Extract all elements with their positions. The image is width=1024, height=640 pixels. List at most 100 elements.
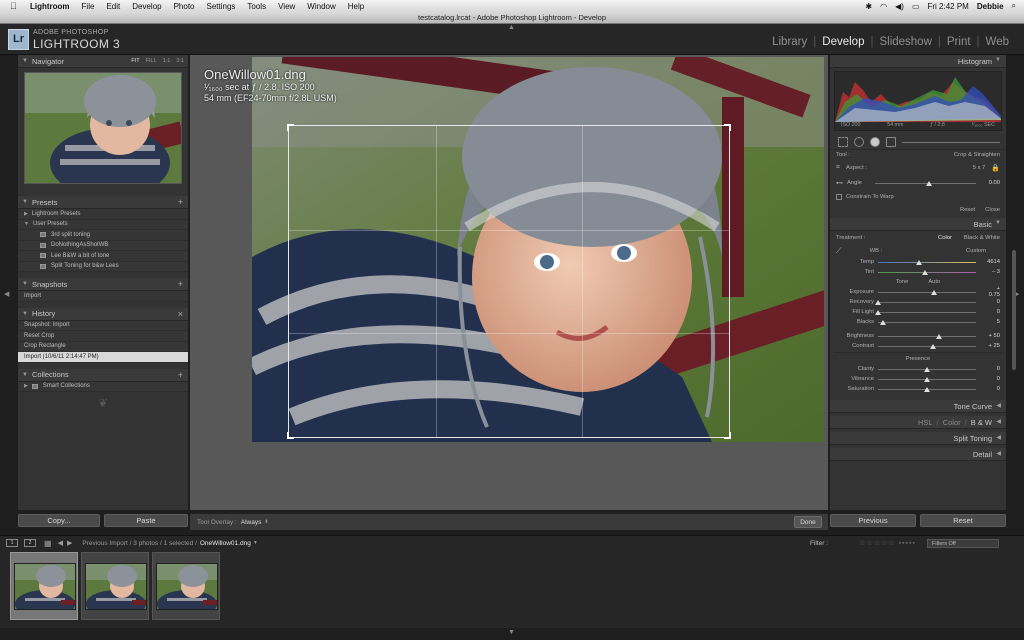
- wb-select[interactable]: Custom: [966, 248, 986, 254]
- source-filename[interactable]: OneWillow01.dng: [200, 540, 251, 547]
- collection-item[interactable]: ▶ Smart Collections: [18, 381, 188, 392]
- tool-overlay-select[interactable]: Always: [241, 519, 262, 526]
- hsl-tab[interactable]: HSL: [918, 418, 933, 427]
- menu-window[interactable]: Window: [307, 2, 335, 11]
- menu-help[interactable]: Help: [348, 2, 364, 11]
- blacks-slider[interactable]: [878, 319, 976, 325]
- filmstrip-thumbnail[interactable]: [152, 552, 220, 620]
- preset-item[interactable]: Split Toning for b&w Lees: [18, 261, 188, 272]
- color-tab[interactable]: Color: [943, 418, 961, 427]
- straighten-tool-icon[interactable]: ⊷: [836, 179, 843, 187]
- histogram-header[interactable]: Histogram ▼: [830, 55, 1006, 68]
- detail-header[interactable]: Detail ◀: [830, 448, 1006, 461]
- preset-folder[interactable]: ▶ Lightroom Presets: [18, 209, 188, 220]
- adjustment-brush-icon[interactable]: [902, 141, 1000, 143]
- split-toning-header[interactable]: Split Toning ◀: [830, 432, 1006, 445]
- slider-knob[interactable]: [924, 386, 930, 392]
- slider-knob[interactable]: [935, 333, 942, 339]
- rating-filter[interactable]: ☆☆☆☆☆ ▪▪▪▪▪: [859, 539, 916, 547]
- histogram[interactable]: ISO 200 54 mm ƒ / 2.8 ¹⁄₁₆₀₀ SEC: [834, 71, 1002, 131]
- chevron-down-icon[interactable]: ⬍: [264, 519, 268, 525]
- menu-photo[interactable]: Photo: [174, 2, 195, 11]
- crop-reset-button[interactable]: Reset: [960, 207, 975, 213]
- angle-value[interactable]: 0.00: [984, 180, 1000, 186]
- reset-button[interactable]: Reset: [920, 514, 1006, 527]
- menu-view[interactable]: View: [278, 2, 295, 11]
- crop-handle[interactable]: [724, 432, 731, 439]
- add-collection-icon[interactable]: +: [178, 370, 183, 380]
- filmstrip-thumbnail[interactable]: [10, 552, 78, 620]
- wifi-icon[interactable]: ◠: [880, 2, 887, 11]
- menu-settings[interactable]: Settings: [207, 2, 236, 11]
- module-print[interactable]: Print: [944, 36, 974, 48]
- copy-button[interactable]: Copy...: [18, 514, 100, 527]
- navigator-header[interactable]: ▼ Navigator FIT FILL 1:1 3:1: [18, 55, 188, 68]
- add-snapshot-icon[interactable]: +: [178, 279, 183, 289]
- contrast-slider[interactable]: [878, 343, 976, 349]
- warp-checkbox[interactable]: [836, 193, 842, 200]
- page-2-button[interactable]: 2: [24, 539, 36, 547]
- slider-value[interactable]: – 3: [984, 269, 1000, 275]
- menu-develop[interactable]: Develop: [132, 2, 161, 11]
- grid-icon[interactable]: ▦: [44, 539, 52, 548]
- chevron-down-icon[interactable]: ▼: [253, 540, 258, 546]
- add-preset-icon[interactable]: +: [178, 197, 183, 207]
- zoom-1-1[interactable]: 1:1: [163, 58, 171, 64]
- crop-frame-icon[interactable]: ⌗: [836, 164, 840, 172]
- saturation-slider[interactable]: [878, 386, 976, 392]
- slider-knob[interactable]: [916, 259, 923, 265]
- hsl-header[interactable]: HSL / Color / B & W ◀: [830, 416, 1006, 429]
- slider-knob[interactable]: [924, 376, 930, 382]
- slider-knob[interactable]: [925, 180, 932, 186]
- collections-header[interactable]: ▼ Collections +: [18, 368, 188, 382]
- bottom-panel-toggle-icon[interactable]: ▼: [508, 629, 515, 636]
- filter-select[interactable]: Filters Off: [927, 539, 999, 548]
- auto-tone-button[interactable]: Auto: [928, 279, 940, 285]
- spot-removal-icon[interactable]: [854, 137, 864, 147]
- preset-item[interactable]: DoNothingAsShotWB: [18, 240, 188, 251]
- slider-value[interactable]: 0: [984, 309, 1000, 315]
- preset-item[interactable]: Lee B&W a bit of tone: [18, 251, 188, 262]
- battery-icon[interactable]: ▭: [912, 2, 920, 11]
- aspect-select[interactable]: 5 x 7: [973, 165, 986, 171]
- tone-curve-header[interactable]: Tone Curve ◀: [830, 400, 1006, 413]
- zoom-fill[interactable]: FILL: [146, 58, 157, 64]
- treatment-bw[interactable]: Black & White: [964, 235, 1000, 241]
- slider-value[interactable]: 4614: [984, 259, 1000, 265]
- slider-knob[interactable]: [879, 319, 886, 325]
- brightness-slider[interactable]: [878, 333, 976, 339]
- slider-value[interactable]: 0: [984, 366, 1000, 372]
- slider-knob[interactable]: [930, 289, 937, 295]
- history-item[interactable]: Snapshot: Import: [18, 320, 188, 331]
- graduated-filter-icon[interactable]: [886, 137, 896, 147]
- slider-knob[interactable]: [875, 309, 881, 315]
- crop-handle[interactable]: [287, 124, 294, 131]
- wb-eyedropper-icon[interactable]: ⟋: [836, 246, 842, 256]
- previous-button[interactable]: Previous: [830, 514, 916, 527]
- slider-value[interactable]: + 50: [984, 333, 1000, 339]
- presets-header[interactable]: ▼ Presets +: [18, 196, 188, 209]
- module-library[interactable]: Library: [769, 36, 810, 48]
- crop-handle[interactable]: [724, 124, 731, 131]
- slider-value[interactable]: 0: [984, 299, 1000, 305]
- top-panel-toggle-icon[interactable]: ▲: [508, 24, 515, 31]
- history-item-selected[interactable]: Import (10/6/11 2:14:47 PM): [18, 352, 188, 363]
- right-panel-scrollbar[interactable]: [1012, 250, 1016, 370]
- snapshot-item[interactable]: Import: [18, 291, 188, 302]
- back-arrow-icon[interactable]: ◀: [58, 539, 63, 547]
- snapshots-header[interactable]: ▼ Snapshots +: [18, 278, 188, 291]
- apple-icon[interactable]: : [10, 2, 18, 11]
- clear-history-icon[interactable]: ×: [178, 309, 183, 319]
- zoom-3-1[interactable]: 3:1: [176, 58, 184, 64]
- fill-light-slider[interactable]: [875, 309, 976, 315]
- filmstrip-thumbnail[interactable]: [81, 552, 149, 620]
- module-develop[interactable]: Develop: [819, 36, 867, 48]
- paste-button[interactable]: Paste: [104, 514, 188, 527]
- history-header[interactable]: ▼ History ×: [18, 307, 188, 321]
- preset-folder[interactable]: ▼ User Presets: [18, 219, 188, 230]
- slider-value[interactable]: 5: [984, 319, 1000, 325]
- history-item[interactable]: Reset Crop: [18, 331, 188, 342]
- slider-value[interactable]: 0: [984, 376, 1000, 382]
- bw-tab[interactable]: B & W: [971, 418, 992, 427]
- crop-tool-icon[interactable]: [838, 137, 848, 147]
